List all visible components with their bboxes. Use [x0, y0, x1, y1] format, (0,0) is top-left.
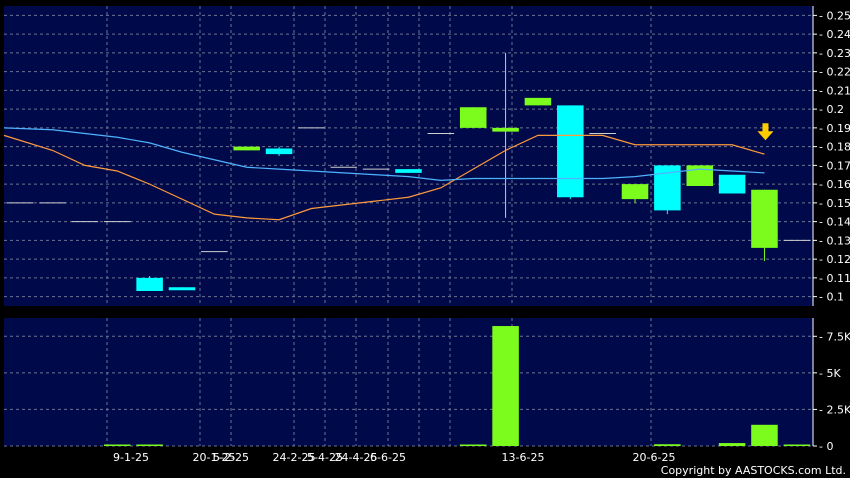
candle-up [524, 97, 552, 106]
candle-down [718, 174, 746, 194]
price-plot-area [4, 6, 813, 306]
candle-down [265, 148, 293, 155]
candle-up [492, 127, 519, 132]
volume-tick-label: - 7.5K [819, 330, 850, 343]
date-tick-label: 5-2-25 [213, 451, 249, 464]
candle-up [686, 165, 714, 186]
price-tick-label: - 0.11 [819, 272, 850, 285]
price-tick-label: - 0.13 [819, 234, 850, 247]
volume-bar [459, 444, 487, 446]
price-tick-label: - 0.25 [819, 9, 850, 22]
price-tick-label: - 0.1 [819, 291, 844, 304]
stock-chart: - 0.1 - 0.11 - 0.12 - 0.13 - 0.14 - 0.15 - 0.1… [0, 0, 850, 478]
price-tick-label: - 0.23 [819, 47, 850, 60]
price-tick-label: - 0.24 [819, 28, 850, 41]
price-tick-label: - 0.21 [819, 84, 850, 97]
date-tick-label: 9-1-25 [113, 451, 149, 464]
volume-bar [783, 444, 811, 446]
price-tick-label: - 0.17 [819, 159, 850, 172]
volume-bar [718, 443, 746, 446]
date-tick-label: 13-6-25 [502, 451, 545, 464]
candle-down [168, 287, 196, 291]
volume-tick-label: - 2.5K [819, 403, 850, 416]
volume-plot-area [4, 318, 813, 446]
price-tick-label: - 0.14 [819, 216, 850, 229]
volume-tick-label: - 5K [819, 367, 841, 380]
volume-bar [492, 326, 519, 446]
price-panel: - 0.1 - 0.11 - 0.12 - 0.13 - 0.14 - 0.15 - 0.1… [3, 6, 850, 306]
date-tick-label: 6-6-25 [370, 451, 406, 464]
candle-up [233, 146, 260, 151]
volume-panel: - 0 - 2.5K - 5K - 7.5K [4, 318, 850, 453]
candle-down [136, 277, 163, 291]
price-tick-label: - 0.22 [819, 66, 850, 79]
price-tick-label: - 0.12 [819, 253, 850, 266]
candle-down [557, 105, 584, 198]
volume-bar [751, 424, 778, 446]
copyright-text: Copyright by AASTOCKS.com Ltd. [661, 464, 846, 477]
volume-bar [136, 444, 163, 446]
price-tick-label: - 0.19 [819, 122, 850, 135]
price-tick-label: - 0.16 [819, 178, 850, 191]
candle-up [751, 189, 778, 248]
volume-bar [654, 444, 681, 446]
volume-tick-label: - 0 [819, 440, 833, 453]
candle-up [459, 107, 487, 128]
price-tick-label: - 0.18 [819, 141, 850, 154]
price-tick-label: - 0.2 [819, 103, 844, 116]
volume-bar [103, 444, 131, 446]
candle-down [395, 169, 422, 173]
date-tick-label: 20-6-25 [633, 451, 676, 464]
candle-up [621, 184, 649, 200]
price-tick-label: - 0.15 [819, 197, 850, 210]
